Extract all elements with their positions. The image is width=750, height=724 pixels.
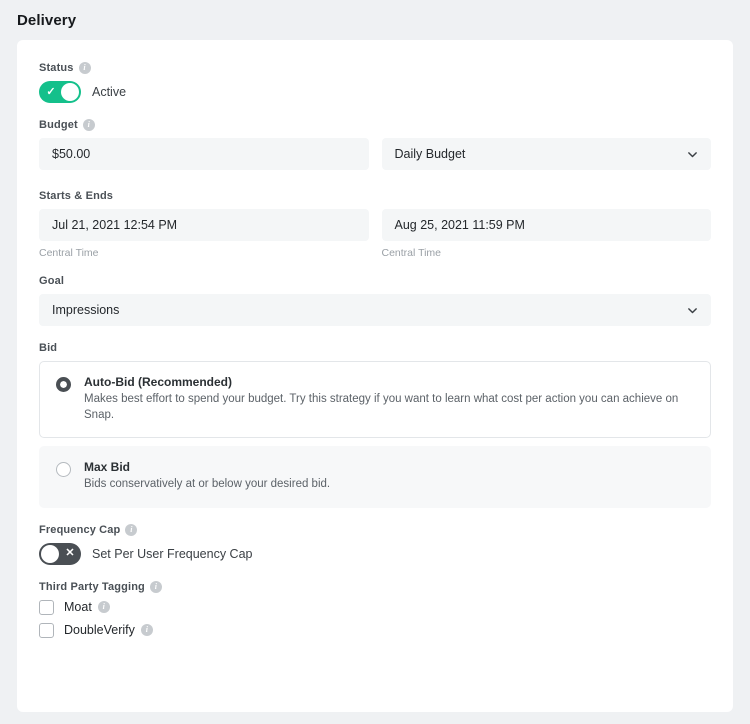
frequency-cap-value: Set Per User Frequency Cap bbox=[92, 547, 253, 561]
goal-label-row: Goal bbox=[39, 275, 711, 287]
checkbox-doubleverify-label: DoubleVerify bbox=[64, 623, 135, 637]
frequency-cap-label: Frequency Cap bbox=[39, 524, 120, 536]
checkbox-doubleverify[interactable] bbox=[39, 623, 54, 638]
status-section: Status i ✓ Active bbox=[39, 62, 711, 103]
bid-option-max-text: Max Bid Bids conservatively at or below … bbox=[84, 460, 330, 493]
frequency-cap-label-row: Frequency Cap i bbox=[39, 524, 711, 536]
bid-label-row: Bid bbox=[39, 342, 711, 354]
schedule-section: Starts & Ends Jul 21, 2021 12:54 PM Cent… bbox=[39, 190, 711, 259]
radio-auto-bid[interactable] bbox=[56, 377, 71, 392]
goal-select[interactable]: Impressions bbox=[39, 294, 711, 326]
bid-label: Bid bbox=[39, 342, 57, 354]
chevron-down-icon bbox=[687, 149, 698, 160]
budget-amount-input[interactable]: $50.00 bbox=[39, 138, 369, 170]
schedule-row: Jul 21, 2021 12:54 PM Central Time Aug 2… bbox=[39, 209, 711, 259]
doubleverify-info-icon[interactable]: i bbox=[141, 624, 153, 636]
status-label: Status bbox=[39, 62, 74, 74]
checkbox-doubleverify-label-group: DoubleVerify i bbox=[64, 623, 153, 637]
budget-label: Budget bbox=[39, 119, 78, 131]
radio-max-bid[interactable] bbox=[56, 462, 71, 477]
bid-option-max-title: Max Bid bbox=[84, 460, 330, 474]
schedule-label-row: Starts & Ends bbox=[39, 190, 711, 202]
budget-row: $50.00 Daily Budget bbox=[39, 138, 711, 170]
frequency-cap-toggle-row: ✕ Set Per User Frequency Cap bbox=[39, 543, 711, 565]
page-title: Delivery bbox=[0, 0, 750, 29]
status-toggle[interactable]: ✓ bbox=[39, 81, 81, 103]
bid-section: Bid Auto-Bid (Recommended) Makes best ef… bbox=[39, 342, 711, 508]
budget-label-row: Budget i bbox=[39, 119, 711, 131]
end-timezone-helper: Central Time bbox=[382, 247, 712, 259]
budget-section: Budget i $50.00 Daily Budget bbox=[39, 119, 711, 170]
third-party-tagging-info-icon[interactable]: i bbox=[150, 581, 162, 593]
checkmark-icon: ✓ bbox=[41, 81, 61, 103]
checkbox-moat[interactable] bbox=[39, 600, 54, 615]
chevron-down-icon bbox=[687, 305, 698, 316]
checkbox-row-moat[interactable]: Moat i bbox=[39, 600, 711, 615]
goal-label: Goal bbox=[39, 275, 64, 287]
schedule-label: Starts & Ends bbox=[39, 190, 113, 202]
frequency-cap-section: Frequency Cap i ✕ Set Per User Frequency… bbox=[39, 524, 711, 565]
bid-option-max[interactable]: Max Bid Bids conservatively at or below … bbox=[39, 446, 711, 508]
status-label-row: Status i bbox=[39, 62, 711, 74]
bid-option-auto-title: Auto-Bid (Recommended) bbox=[84, 375, 696, 389]
bid-option-auto-description: Makes best effort to spend your budget. … bbox=[84, 392, 696, 423]
budget-amount-col: $50.00 bbox=[39, 138, 369, 170]
close-icon: ✕ bbox=[60, 543, 80, 565]
checkbox-row-doubleverify[interactable]: DoubleVerify i bbox=[39, 623, 711, 638]
goal-section: Goal Impressions bbox=[39, 275, 711, 326]
budget-info-icon[interactable]: i bbox=[83, 119, 95, 131]
status-value: Active bbox=[92, 85, 126, 99]
start-timezone-helper: Central Time bbox=[39, 247, 369, 259]
budget-type-select[interactable]: Daily Budget bbox=[382, 138, 712, 170]
frequency-cap-toggle[interactable]: ✕ bbox=[39, 543, 81, 565]
bid-option-auto[interactable]: Auto-Bid (Recommended) Makes best effort… bbox=[39, 361, 711, 438]
bid-option-max-description: Bids conservatively at or below your des… bbox=[84, 477, 330, 493]
goal-value: Impressions bbox=[52, 303, 119, 317]
end-date-col: Aug 25, 2021 11:59 PM Central Time bbox=[382, 209, 712, 259]
status-info-icon[interactable]: i bbox=[79, 62, 91, 74]
end-date-input[interactable]: Aug 25, 2021 11:59 PM bbox=[382, 209, 712, 241]
third-party-tagging-label: Third Party Tagging bbox=[39, 581, 145, 593]
moat-info-icon[interactable]: i bbox=[98, 601, 110, 613]
start-date-input[interactable]: Jul 21, 2021 12:54 PM bbox=[39, 209, 369, 241]
toggle-knob bbox=[41, 545, 59, 563]
third-party-tagging-section: Third Party Tagging i Moat i DoubleVerif… bbox=[39, 581, 711, 638]
delivery-card: Status i ✓ Active Budget i $50.00 Daily … bbox=[17, 40, 733, 712]
budget-type-value: Daily Budget bbox=[395, 147, 466, 161]
status-toggle-row: ✓ Active bbox=[39, 81, 711, 103]
bid-option-auto-text: Auto-Bid (Recommended) Makes best effort… bbox=[84, 375, 696, 423]
budget-type-col: Daily Budget bbox=[382, 138, 712, 170]
toggle-knob bbox=[61, 83, 79, 101]
checkbox-moat-label-group: Moat i bbox=[64, 600, 110, 614]
frequency-cap-info-icon[interactable]: i bbox=[125, 524, 137, 536]
third-party-tagging-label-row: Third Party Tagging i bbox=[39, 581, 711, 593]
start-date-col: Jul 21, 2021 12:54 PM Central Time bbox=[39, 209, 369, 259]
checkbox-moat-label: Moat bbox=[64, 600, 92, 614]
